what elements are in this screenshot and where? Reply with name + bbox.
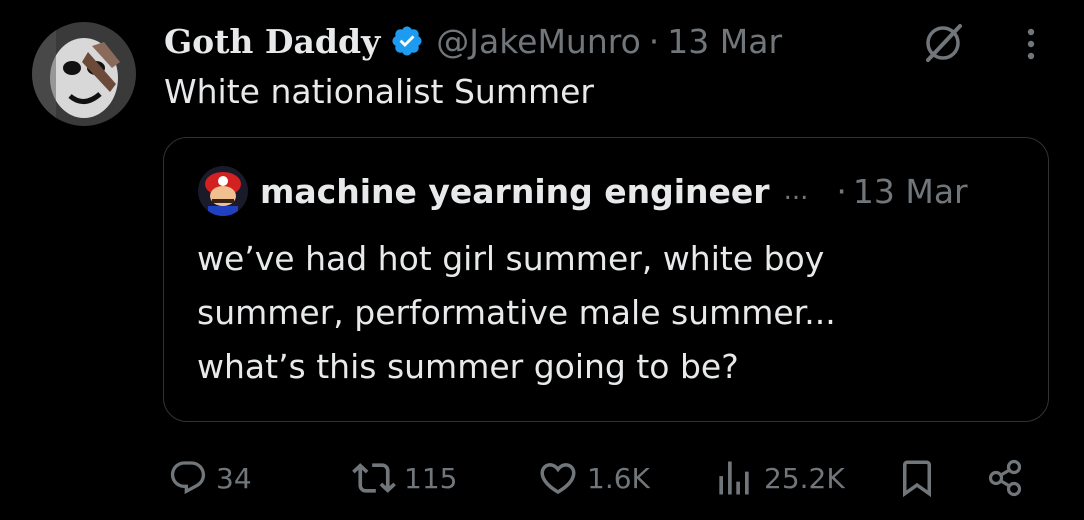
quoted-tweet-card[interactable]: machine yearning engineer ... · 13 Mar w… — [163, 137, 1049, 422]
reply-button[interactable]: 34 — [168, 450, 252, 506]
author-display-name[interactable]: Goth Daddy — [164, 22, 380, 61]
repost-count: 115 — [404, 461, 458, 495]
tweet-text: White nationalist Summer — [164, 72, 594, 111]
author-handle[interactable]: @JakeMunro — [436, 22, 641, 61]
share-button[interactable] — [984, 450, 1028, 506]
heart-icon — [537, 457, 579, 499]
reply-icon — [168, 458, 208, 498]
bookmark-button[interactable] — [896, 450, 938, 506]
tweet-date[interactable]: 13 Mar — [667, 22, 782, 61]
tweet-header: Goth Daddy @JakeMunro · 13 Mar — [164, 14, 782, 68]
views-count: 25.2K — [764, 461, 845, 495]
repost-button[interactable]: 115 — [352, 450, 457, 506]
like-button[interactable]: 1.6K — [537, 450, 650, 506]
quoted-author-display-name[interactable]: machine yearning engineer — [260, 172, 770, 211]
share-icon — [984, 456, 1028, 500]
views-button[interactable]: 25.2K — [712, 450, 845, 506]
grok-icon[interactable] — [920, 20, 966, 66]
like-count: 1.6K — [587, 461, 650, 495]
header-separator: · — [648, 21, 660, 61]
quoted-header-separator: · — [836, 171, 847, 211]
tweet-action-bar: 34 115 1.6K 25.2K — [0, 450, 1084, 506]
quoted-tweet-date: 13 Mar — [852, 171, 968, 211]
quoted-tweet-header: machine yearning engineer ... · 13 Mar — [260, 164, 968, 218]
quoted-author-avatar[interactable] — [198, 166, 248, 216]
author-avatar[interactable] — [32, 22, 136, 126]
analytics-icon — [712, 456, 756, 500]
quoted-tweet-text: we’ve had hot girl summer, white boy sum… — [197, 239, 836, 386]
quoted-name-truncation: ... — [783, 176, 809, 206]
repost-icon — [352, 456, 396, 500]
more-options-icon[interactable] — [1016, 22, 1046, 66]
verified-badge-icon[interactable] — [390, 24, 424, 58]
reply-count: 34 — [216, 461, 252, 495]
bookmark-icon — [896, 456, 938, 500]
